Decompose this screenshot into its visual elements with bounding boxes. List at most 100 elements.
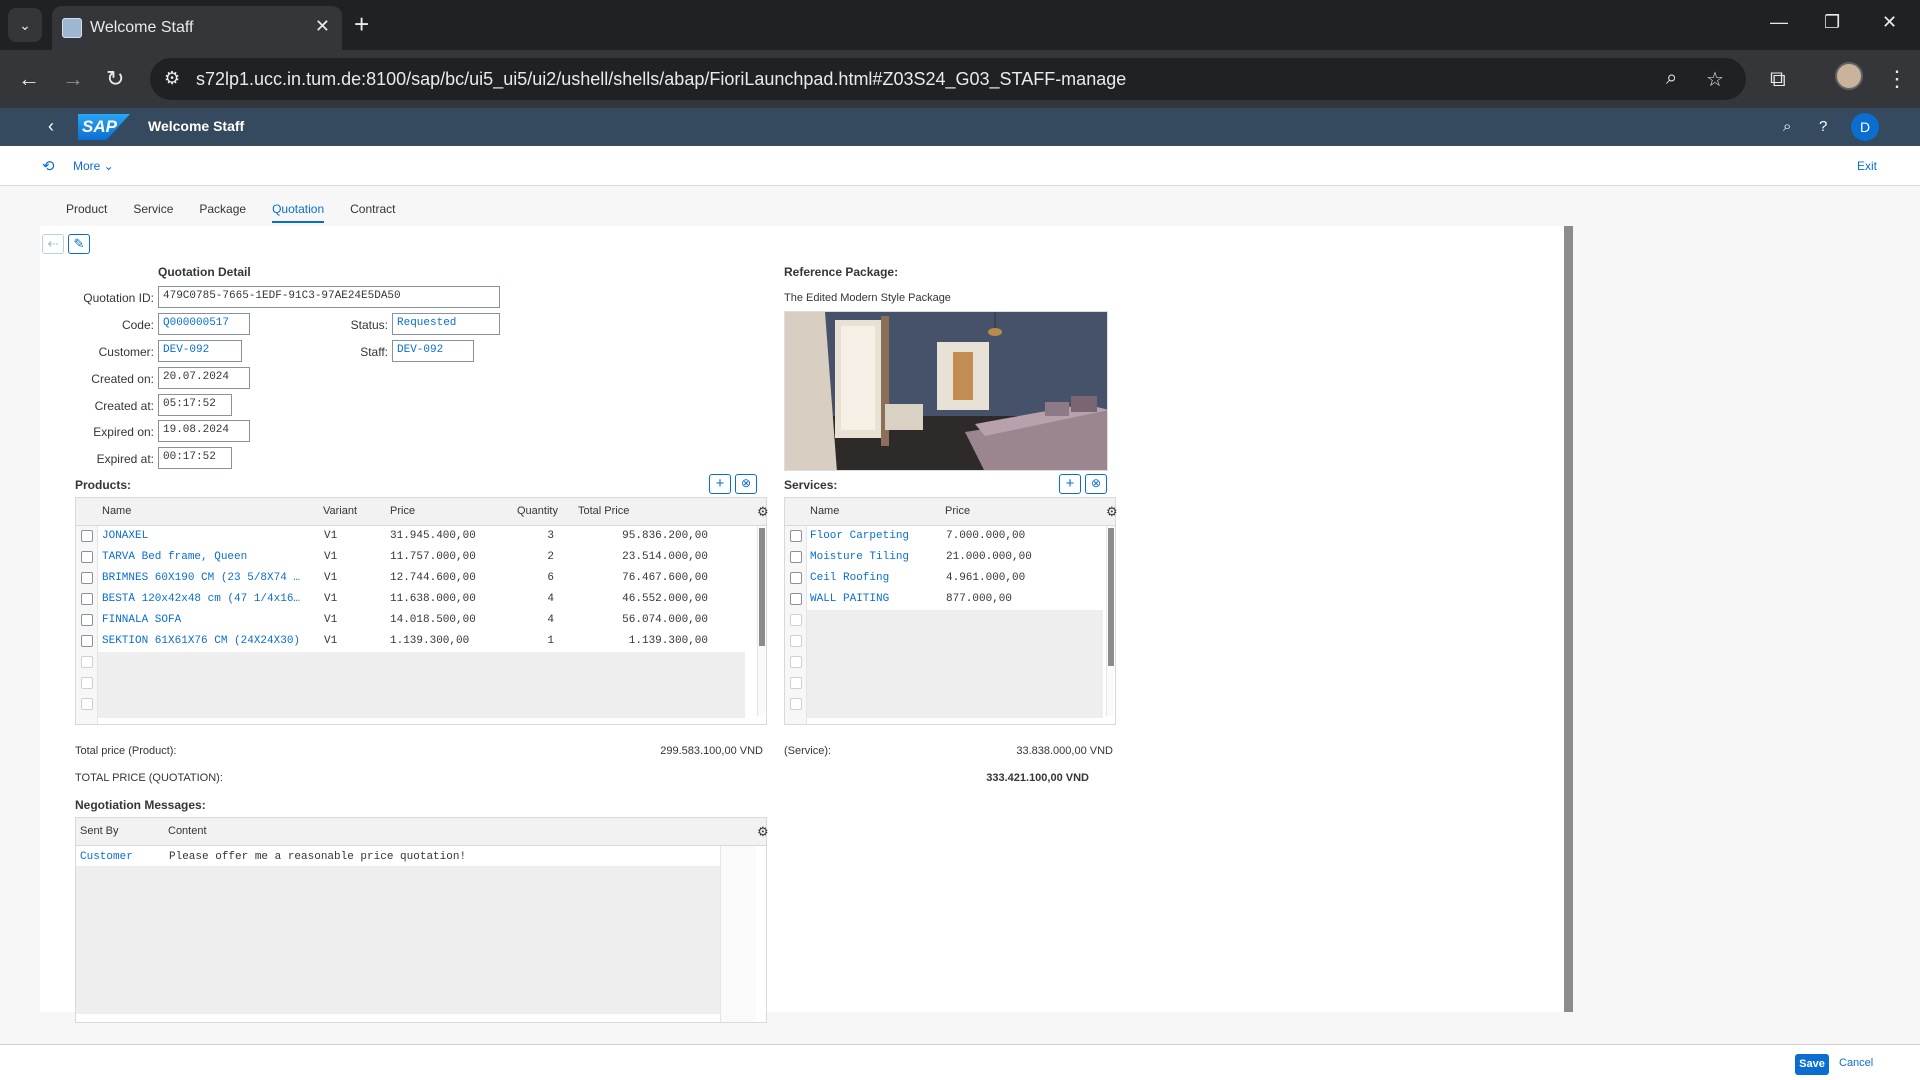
profile-avatar[interactable] [1835,62,1863,90]
product-name[interactable]: JONAXEL [102,530,320,542]
tab-quotation[interactable]: Quotation [272,202,325,223]
window-restore-icon[interactable]: ❐ [1824,12,1840,33]
back-arrow-icon[interactable]: ← [18,66,40,92]
more-menu[interactable]: More ⌄ [73,159,114,173]
back-button[interactable]: ⇠ [42,234,64,254]
created-at-label: Created at: [94,399,154,413]
products-scroll-thumb[interactable] [759,528,765,646]
table-row[interactable]: BESTÅ 120x42x48 cm (47 1/4x16… V1 11.638… [76,589,766,610]
product-name[interactable]: SEKTION 61X61X76 CM (24X24X30) [102,635,320,647]
edit-button[interactable]: ✎ [68,234,90,254]
row-checkbox[interactable] [790,572,802,584]
services-col-name[interactable]: Name [810,505,839,517]
staff-field[interactable]: DEV-092 [392,340,474,362]
services-settings-icon[interactable]: ⚙ [1106,504,1118,520]
window-minimize-icon[interactable]: — [1770,12,1788,33]
customer-field[interactable]: DEV-092 [158,340,242,362]
add-product-button[interactable]: + [709,474,731,494]
sap-logo[interactable]: SAP [78,114,130,140]
help-icon[interactable]: ? [1819,118,1827,135]
reload-icon[interactable]: ↻ [106,66,124,92]
table-row[interactable]: Floor Carpeting 7.000.000,00 [785,526,1115,547]
messages-settings-icon[interactable]: ⚙ [757,824,769,840]
message-sender[interactable]: Customer [80,851,133,863]
table-row[interactable]: Customer Please offer me a reasonable pr… [76,847,766,867]
site-info-icon[interactable]: ⚙ [164,68,180,89]
cancel-button[interactable]: Cancel [1839,1057,1873,1069]
browser-tab[interactable]: Welcome Staff ✕ [52,6,342,50]
shell-back-icon[interactable]: ‹ [48,116,54,137]
row-checkbox[interactable] [790,551,802,563]
products-col-quantity[interactable]: Quantity [517,505,558,517]
messages-scrollbar[interactable] [720,846,756,1022]
tab-package[interactable]: Package [199,202,246,223]
table-row[interactable]: FINNALA SOFA V1 14.018.500,00 4 56.074.0… [76,610,766,631]
tab-service[interactable]: Service [133,202,173,223]
products-scrollbar[interactable] [757,526,765,716]
search-icon[interactable]: ⌕ [1783,118,1791,135]
row-checkbox[interactable] [81,551,93,563]
expired-on-field[interactable]: 19.08.2024 [158,420,250,442]
products-col-name[interactable]: Name [102,505,131,517]
tab-contract[interactable]: Contract [350,202,395,223]
save-button[interactable]: Save [1795,1054,1829,1075]
exit-link[interactable]: Exit [1857,159,1877,173]
extensions-puzzle-icon[interactable]: ⧉ [1770,66,1786,92]
service-name[interactable]: Moisture Tiling [810,551,909,563]
table-row[interactable]: Moisture Tiling 21.000.000,00 [785,547,1115,568]
products-settings-icon[interactable]: ⚙ [757,504,769,520]
user-avatar[interactable]: D [1851,113,1879,141]
service-name[interactable]: Floor Carpeting [810,530,909,542]
product-name[interactable]: FINNALA SOFA [102,614,320,626]
expired-at-field[interactable]: 00:17:52 [158,447,232,469]
service-name[interactable]: WALL PAITING [810,593,889,605]
table-row[interactable]: WALL PAITING 877.000,00 [785,589,1115,610]
messages-col-content[interactable]: Content [168,825,207,837]
zoom-icon[interactable]: ⌕ [1666,67,1677,90]
row-checkbox[interactable] [81,614,93,626]
browser-menu-icon[interactable]: ⋮ [1886,66,1908,92]
row-checkbox[interactable] [81,593,93,605]
services-scrollbar[interactable] [1106,526,1114,716]
history-icon[interactable]: ⟲ [42,157,55,175]
page-scrollbar[interactable] [1564,226,1573,1012]
new-tab-plus-icon[interactable]: + [354,10,369,38]
product-variant: V1 [324,593,338,605]
created-on-field[interactable]: 20.07.2024 [158,367,250,389]
messages-col-sent-by[interactable]: Sent By [80,825,119,837]
products-col-variant[interactable]: Variant [323,505,357,517]
tab-product[interactable]: Product [66,202,107,223]
row-checkbox[interactable] [81,635,93,647]
address-bar[interactable]: ⚙ s72lp1.ucc.in.tum.de:8100/sap/bc/ui5_u… [150,58,1746,100]
services-scroll-thumb[interactable] [1108,528,1114,666]
product-name[interactable]: BESTÅ 120x42x48 cm (47 1/4x16… [102,593,320,605]
row-checkbox[interactable] [790,593,802,605]
services-col-price[interactable]: Price [945,505,970,517]
remove-service-button[interactable]: ⊗ [1085,474,1107,494]
row-checkbox[interactable] [81,572,93,584]
tab-close-icon[interactable]: ✕ [315,16,330,37]
products-col-price[interactable]: Price [390,505,415,517]
row-checkbox[interactable] [81,530,93,542]
forward-arrow-icon[interactable]: → [62,66,84,92]
code-field[interactable]: Q000000517 [158,313,250,335]
product-name[interactable]: BRIMNES 60X190 CM (23 5/8X74 … [102,572,320,584]
tab-search-chevron-icon[interactable]: ⌄ [8,8,42,42]
service-name[interactable]: Ceil Roofing [810,572,889,584]
window-close-icon[interactable]: ✕ [1882,12,1897,33]
url-text[interactable]: s72lp1.ucc.in.tum.de:8100/sap/bc/ui5_ui5… [196,69,1126,90]
products-col-total-price[interactable]: Total Price [578,505,629,517]
remove-product-button[interactable]: ⊗ [735,474,757,494]
bookmark-star-icon[interactable]: ☆ [1706,67,1724,92]
table-row[interactable]: TARVA Bed frame, Queen V1 11.757.000,00 … [76,547,766,568]
table-row[interactable]: JONAXEL V1 31.945.400,00 3 95.836.200,00 [76,526,766,547]
table-row[interactable]: SEKTION 61X61X76 CM (24X24X30) V1 1.139.… [76,631,766,652]
status-field[interactable]: Requested [392,313,500,335]
product-name[interactable]: TARVA Bed frame, Queen [102,551,320,563]
table-row[interactable]: Ceil Roofing 4.961.000,00 [785,568,1115,589]
table-row[interactable]: BRIMNES 60X190 CM (23 5/8X74 … V1 12.744… [76,568,766,589]
add-service-button[interactable]: + [1059,474,1081,494]
quotation-id-field[interactable]: 479C0785-7665-1EDF-91C3-97AE24E5DA50 [158,286,500,308]
row-checkbox[interactable] [790,530,802,542]
created-at-field[interactable]: 05:17:52 [158,394,232,416]
